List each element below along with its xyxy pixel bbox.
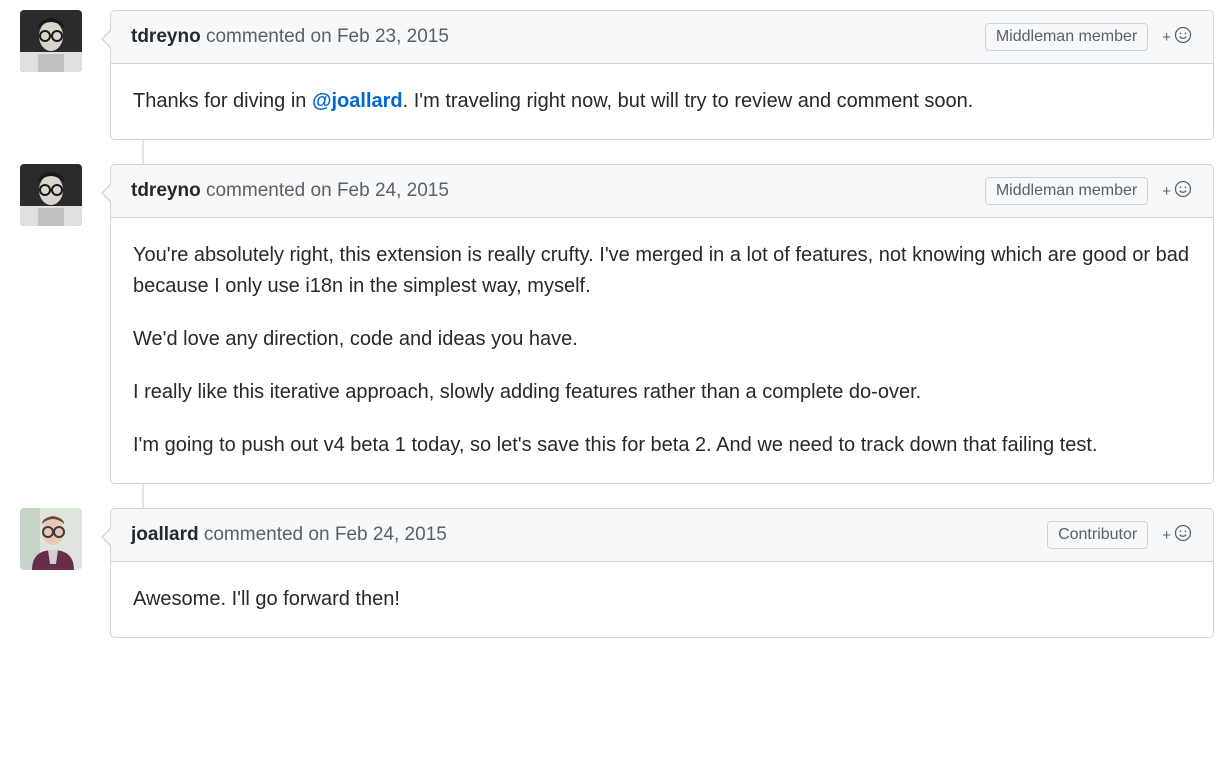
comment-timeline: tdreyno commented on Feb 23, 2015 Middlem…	[10, 10, 1214, 638]
comment-header: tdreyno commented on Feb 23, 2015 Middlem…	[111, 11, 1213, 64]
comment-block: joallard commented on Feb 24, 2015 Contri…	[110, 508, 1214, 638]
comment-date[interactable]: Feb 24, 2015	[337, 180, 449, 201]
comment-body: Thanks for diving in @joallard. I'm trav…	[111, 64, 1213, 139]
comment-date[interactable]: Feb 23, 2015	[337, 26, 449, 47]
comment-paragraph: I'm going to push out v4 beta 1 today, s…	[133, 430, 1191, 461]
commented-label: commented	[206, 26, 305, 47]
comment-header: joallard commented on Feb 24, 2015 Contri…	[111, 509, 1213, 562]
comment-paragraph: You're absolutely right, this extension …	[133, 240, 1191, 302]
comment-block: tdreyno commented on Feb 24, 2015 Middlem…	[110, 164, 1214, 484]
comment-bubble: joallard commented on Feb 24, 2015 Contri…	[110, 508, 1214, 638]
role-badge: Contributor	[1047, 521, 1148, 549]
comment-header-meta: tdreyno commented on Feb 24, 2015	[131, 180, 449, 202]
plus-icon: +	[1162, 30, 1171, 45]
comment-text: We'd love any direction, code and ideas …	[133, 328, 578, 350]
comment-text: I'm going to push out v4 beta 1 today, s…	[133, 434, 1098, 456]
comment-date-prefix: on	[308, 524, 329, 545]
user-avatar[interactable]	[20, 164, 82, 226]
comment-text: Awesome. I'll go forward then!	[133, 588, 400, 610]
comment-header-actions: Middleman member +	[985, 177, 1193, 205]
comment-header: tdreyno commented on Feb 24, 2015 Middlem…	[111, 165, 1213, 218]
comment-header-actions: Contributor +	[1047, 521, 1193, 549]
add-reaction-button[interactable]: +	[1162, 25, 1193, 50]
comment-block: tdreyno commented on Feb 23, 2015 Middlem…	[110, 10, 1214, 140]
comment-text: . I'm traveling right now, but will try …	[403, 90, 974, 112]
comment-date-prefix: on	[311, 180, 332, 201]
plus-icon: +	[1162, 528, 1171, 543]
role-badge: Middleman member	[985, 177, 1148, 205]
comment-date[interactable]: Feb 24, 2015	[335, 524, 447, 545]
add-reaction-button[interactable]: +	[1162, 179, 1193, 204]
commented-label: commented	[204, 524, 303, 545]
comment-date-prefix: on	[311, 26, 332, 47]
comment-author[interactable]: tdreyno	[131, 180, 201, 201]
comment-text: Thanks for diving in	[133, 90, 312, 112]
comment-text: I really like this iterative approach, s…	[133, 381, 921, 403]
comment-text: You're absolutely right, this extension …	[133, 244, 1189, 297]
user-avatar[interactable]	[20, 508, 82, 570]
comment-paragraph: We'd love any direction, code and ideas …	[133, 324, 1191, 355]
comment-bubble: tdreyno commented on Feb 23, 2015 Middlem…	[110, 10, 1214, 140]
comment-author[interactable]: tdreyno	[131, 26, 201, 47]
smiley-icon	[1173, 25, 1193, 50]
comment-body: Awesome. I'll go forward then!	[111, 562, 1213, 637]
comment-header-meta: joallard commented on Feb 24, 2015	[131, 524, 447, 546]
comment-header-meta: tdreyno commented on Feb 23, 2015	[131, 26, 449, 48]
comment-body: You're absolutely right, this extension …	[111, 218, 1213, 483]
smiley-icon	[1173, 523, 1193, 548]
user-avatar[interactable]	[20, 10, 82, 72]
smiley-icon	[1173, 179, 1193, 204]
comment-bubble: tdreyno commented on Feb 24, 2015 Middlem…	[110, 164, 1214, 484]
commented-label: commented	[206, 180, 305, 201]
plus-icon: +	[1162, 184, 1171, 199]
comment-paragraph: Thanks for diving in @joallard. I'm trav…	[133, 86, 1191, 117]
add-reaction-button[interactable]: +	[1162, 523, 1193, 548]
comment-author[interactable]: joallard	[131, 524, 199, 545]
comment-header-actions: Middleman member +	[985, 23, 1193, 51]
comment-paragraph: Awesome. I'll go forward then!	[133, 584, 1191, 615]
role-badge: Middleman member	[985, 23, 1148, 51]
comment-paragraph: I really like this iterative approach, s…	[133, 377, 1191, 408]
user-mention[interactable]: @joallard	[312, 90, 403, 112]
